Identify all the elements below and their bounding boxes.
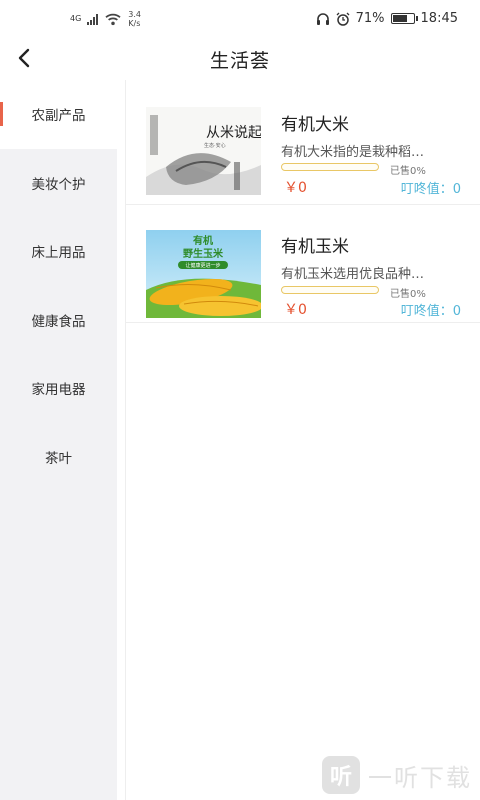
- signal-icon: [87, 13, 99, 25]
- sidebar-item-agricultural[interactable]: 农副产品: [0, 80, 117, 149]
- sidebar-item-label: 茶叶: [45, 450, 72, 467]
- product-name: 有机玉米: [281, 237, 349, 257]
- speed-unit: K/s: [128, 19, 141, 28]
- sold-percent: 已售0%: [390, 289, 426, 300]
- product-card-corn[interactable]: 有机 野生玉米 让健康更进一步 有机玉米 有机玉米选用优良品种… 已售0% ￥0…: [126, 205, 480, 323]
- sidebar-item-appliances[interactable]: 家用电器: [0, 354, 117, 423]
- product-description: 有机玉米选用优良品种…: [281, 267, 425, 282]
- product-image-rice: 从米说起 生态·安心: [146, 107, 261, 195]
- category-sidebar: 农副产品 美妆个护 床上用品 健康食品 家用电器 茶叶: [0, 80, 117, 800]
- image-subtitle: 让健康更进一步: [185, 262, 220, 269]
- product-card-rice[interactable]: 从米说起 生态·安心 有机大米 有机大米指的是栽种稻… 已售0% ￥0 叮咚值：…: [126, 80, 480, 205]
- clock: 18:45: [420, 11, 458, 26]
- product-price: ￥0: [284, 302, 307, 318]
- sidebar-item-label: 健康食品: [31, 313, 86, 330]
- sales-progress-bar: [281, 163, 379, 171]
- watermark: 听 一听下载: [322, 756, 472, 794]
- product-list: 从米说起 生态·安心 有机大米 有机大米指的是栽种稻… 已售0% ￥0 叮咚值：…: [125, 80, 480, 800]
- sidebar-item-label: 农副产品: [31, 108, 86, 125]
- network-type: 4G: [70, 14, 82, 23]
- sidebar-item-tea[interactable]: 茶叶: [0, 423, 117, 492]
- sidebar-item-label: 美妆个护: [31, 176, 86, 193]
- status-bar: 4G 3.4 K/s 71% 18:45: [0, 0, 480, 38]
- battery-icon: [390, 13, 418, 24]
- product-price: ￥0: [284, 180, 307, 196]
- calligraphy-text: 从米说起: [206, 125, 261, 141]
- sales-progress-bar: [281, 286, 379, 294]
- battery-percent: 71%: [355, 11, 385, 26]
- product-points: 叮咚值：0: [400, 304, 461, 319]
- wifi-icon: [105, 13, 121, 26]
- image-title-line1: 有机: [193, 234, 213, 247]
- sidebar-item-health-food[interactable]: 健康食品: [0, 286, 117, 355]
- alarm-icon: [336, 12, 350, 26]
- sidebar-item-label: 床上用品: [31, 245, 86, 262]
- speed-value: 3.4: [128, 10, 142, 19]
- product-points: 叮咚值：0: [400, 182, 461, 197]
- product-name: 有机大米: [281, 115, 349, 135]
- status-right: 71% 18:45: [316, 11, 458, 26]
- network-speed: 3.4 K/s: [128, 10, 141, 28]
- watermark-text: 一听下载: [368, 763, 472, 792]
- header-bar: 生活荟: [0, 38, 480, 80]
- headset-icon: [316, 12, 329, 25]
- product-image-corn: 有机 野生玉米 让健康更进一步: [146, 230, 261, 318]
- sold-percent: 已售0%: [390, 166, 426, 177]
- image-small-text: 生态·安心: [204, 142, 226, 149]
- sidebar-item-label: 家用电器: [31, 382, 86, 399]
- image-title-line2: 野生玉米: [183, 247, 224, 260]
- sidebar-item-beauty[interactable]: 美妆个护: [0, 149, 117, 218]
- status-left: 4G 3.4 K/s: [70, 10, 141, 28]
- watermark-logo-icon: 听: [322, 756, 360, 794]
- product-description: 有机大米指的是栽种稻…: [281, 145, 425, 160]
- page-title: 生活荟: [209, 50, 270, 72]
- sidebar-item-bedding[interactable]: 床上用品: [0, 217, 117, 286]
